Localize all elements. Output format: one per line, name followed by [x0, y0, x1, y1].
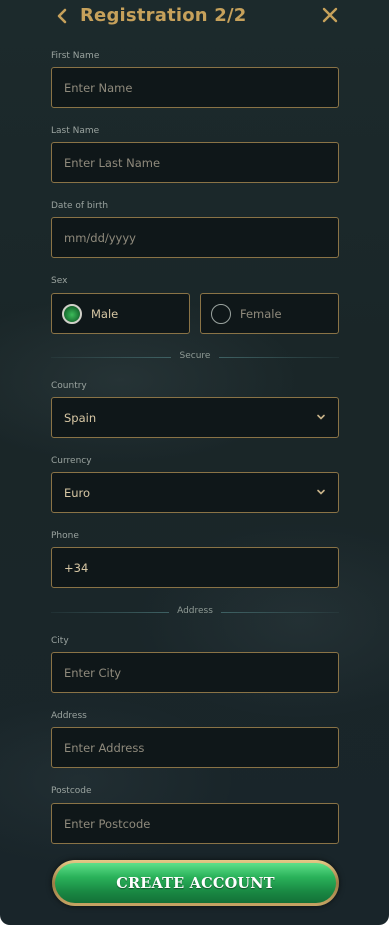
close-icon — [322, 7, 338, 23]
first-name-placeholder: Enter Name — [64, 80, 133, 95]
postcode-input[interactable]: Enter Postcode — [51, 803, 339, 844]
country-label: Country — [51, 381, 87, 391]
first-name-label: First Name — [51, 51, 100, 61]
sex-option-male-label: Male — [91, 306, 119, 321]
phone-value: +34 — [64, 560, 89, 575]
page-title: Registration 2/2 — [80, 5, 247, 26]
dob-label: Date of birth — [51, 201, 109, 211]
currency-value: Euro — [64, 485, 91, 500]
sex-option-female-label: Female — [240, 306, 282, 321]
last-name-input[interactable]: Enter Last Name — [51, 142, 339, 183]
postcode-placeholder: Enter Postcode — [64, 816, 151, 831]
phone-label: Phone — [51, 531, 79, 541]
sex-option-female[interactable]: Female — [200, 293, 339, 334]
postcode-label: Postcode — [51, 786, 92, 796]
country-select[interactable]: Spain — [51, 397, 339, 438]
radio-selected-icon — [62, 303, 82, 324]
currency-select[interactable]: Euro — [51, 472, 339, 513]
country-value: Spain — [64, 410, 97, 425]
secure-divider-label: Secure — [179, 351, 211, 361]
sex-option-male[interactable]: Male — [51, 293, 190, 334]
city-placeholder: Enter City — [64, 665, 122, 680]
header: Registration 2/2 — [0, 0, 389, 34]
dob-placeholder: mm/dd/yyyy — [64, 230, 136, 245]
registration-panel: Registration 2/2 First Name Enter Name L… — [0, 0, 389, 925]
address-divider-label: Address — [177, 606, 213, 616]
last-name-placeholder: Enter Last Name — [64, 155, 161, 170]
chevron-left-icon — [57, 8, 67, 24]
dob-input[interactable]: mm/dd/yyyy — [51, 217, 339, 258]
create-account-label: CREATE ACCOUNT — [55, 863, 336, 903]
address-label: Address — [51, 711, 87, 721]
divider-line-right — [221, 612, 339, 613]
chevron-down-icon — [317, 414, 325, 420]
back-button[interactable] — [52, 4, 74, 28]
last-name-label: Last Name — [51, 126, 100, 136]
radio-unselected-icon — [211, 303, 231, 324]
first-name-input[interactable]: Enter Name — [51, 67, 339, 108]
sex-label: Sex — [51, 276, 68, 286]
city-input[interactable]: Enter City — [51, 652, 339, 693]
close-button[interactable] — [320, 5, 340, 25]
chevron-down-icon — [317, 489, 325, 495]
secure-divider: Secure — [51, 351, 339, 363]
city-label: City — [51, 636, 69, 646]
address-input[interactable]: Enter Address — [51, 727, 339, 768]
currency-label: Currency — [51, 456, 92, 466]
divider-line-right — [219, 357, 339, 358]
address-placeholder: Enter Address — [64, 740, 145, 755]
phone-input[interactable]: +34 — [51, 547, 339, 588]
create-account-button[interactable]: CREATE ACCOUNT — [52, 860, 339, 906]
address-divider: Address — [51, 606, 339, 618]
